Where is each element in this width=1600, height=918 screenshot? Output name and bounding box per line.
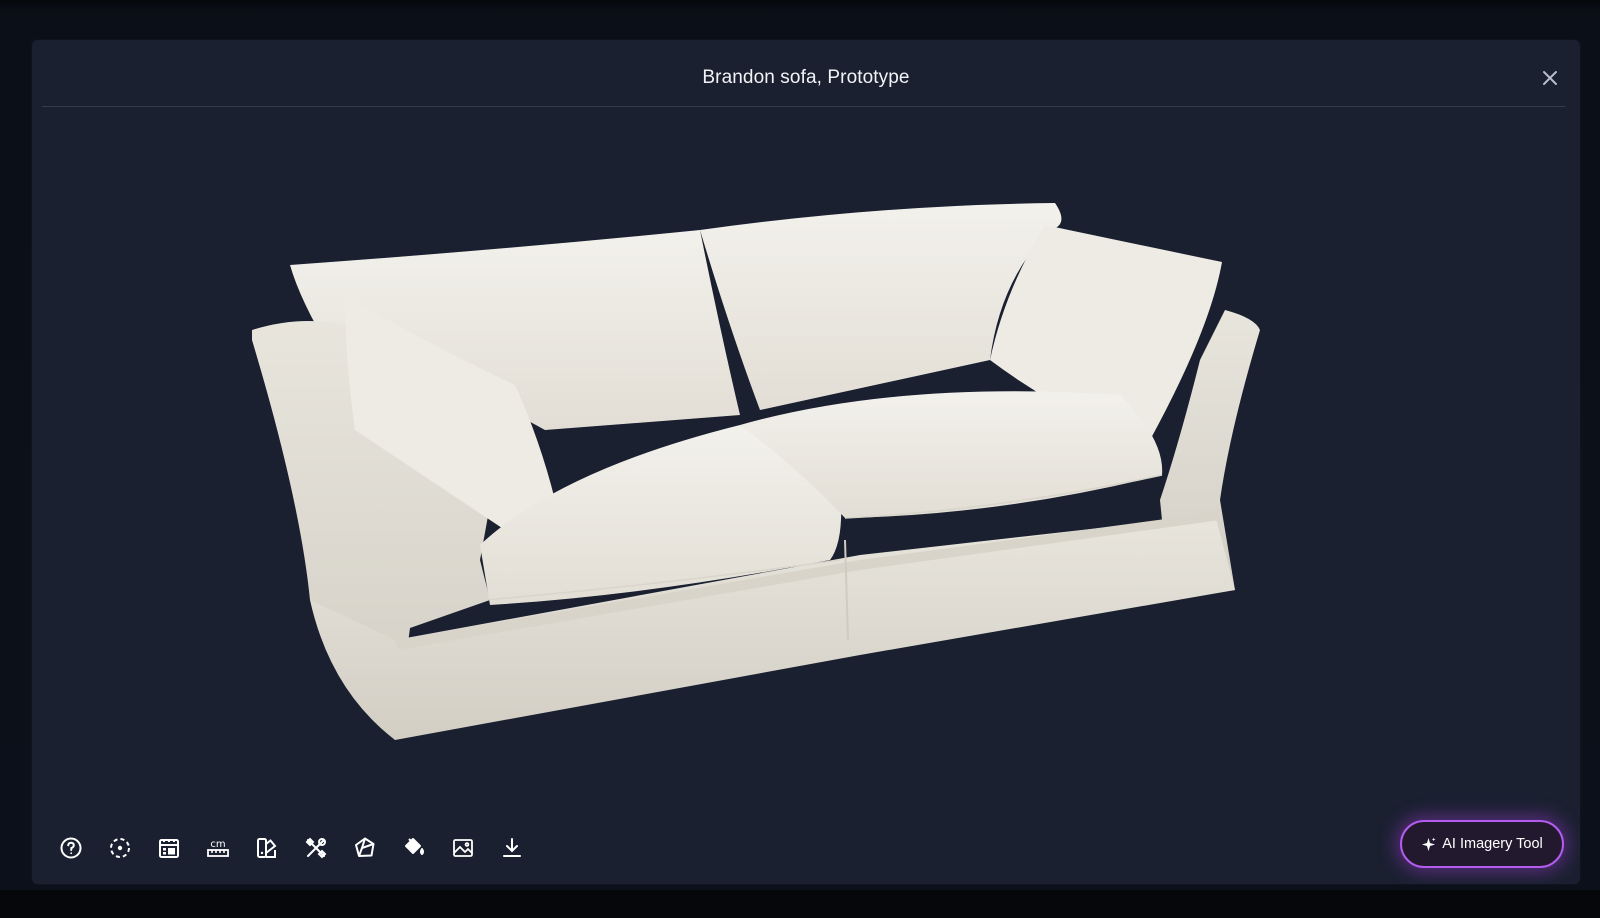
- modal-title: Brandon sofa, Prototype: [702, 67, 910, 88]
- download-icon: [502, 838, 521, 857]
- sofa-model: [252, 203, 1260, 740]
- svg-text:cm: cm: [210, 839, 225, 850]
- help-circle-icon: [60, 837, 81, 859]
- 3d-viewer-canvas[interactable]: [32, 107, 1580, 817]
- help-button[interactable]: [46, 828, 95, 868]
- focus-dashed-icon: [109, 838, 130, 858]
- polygon-wireframe-icon: [354, 837, 374, 857]
- calendar-grid-icon: [158, 839, 179, 858]
- swatch-button[interactable]: [242, 828, 291, 868]
- swatch-palette-icon: [256, 838, 276, 858]
- measure-button[interactable]: cm: [193, 828, 242, 868]
- download-button[interactable]: [487, 828, 536, 868]
- grid-button[interactable]: [144, 828, 193, 868]
- paint-bucket-icon: [404, 838, 424, 855]
- wireframe-button[interactable]: [340, 828, 389, 868]
- bottom-edge: [0, 890, 1600, 918]
- close-button[interactable]: [1534, 62, 1566, 94]
- ai-button-label: AI Imagery Tool: [1442, 836, 1543, 852]
- modal-header: Brandon sofa, Prototype: [32, 40, 1580, 106]
- tools-button[interactable]: [291, 828, 340, 868]
- paint-button[interactable]: [389, 828, 438, 868]
- sparkle-icon: [1421, 836, 1436, 852]
- close-icon: [1543, 71, 1557, 85]
- image-icon: [452, 839, 473, 857]
- viewer-modal: Brandon sofa, Prototype cm AI Imagery To…: [32, 40, 1580, 884]
- viewer-toolbar: cm: [46, 828, 536, 868]
- image-button[interactable]: [438, 828, 487, 868]
- focus-button[interactable]: [95, 828, 144, 868]
- tools-wrench-icon: [305, 837, 326, 859]
- ai-imagery-tool-button[interactable]: AI Imagery Tool: [1400, 820, 1564, 868]
- ruler-cm-icon: cm: [206, 839, 229, 857]
